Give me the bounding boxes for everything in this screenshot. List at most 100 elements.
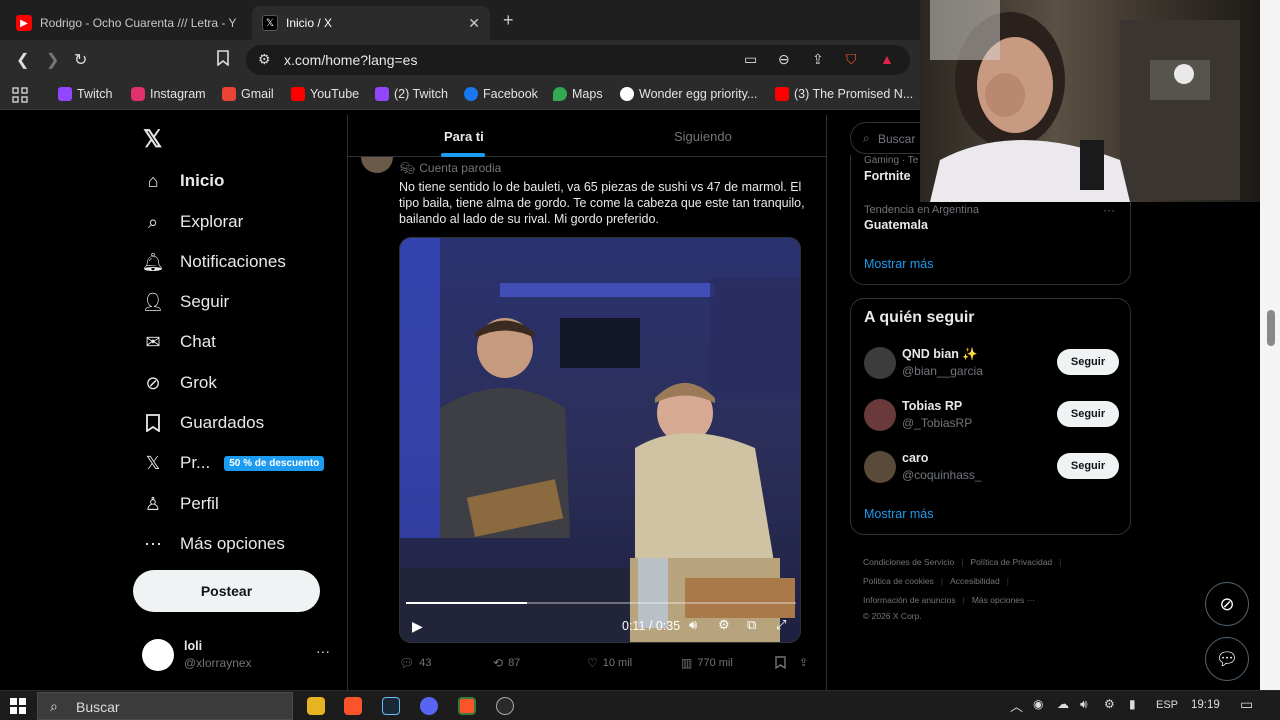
nav-follow[interactable]: 👤︎ Seguir bbox=[142, 291, 230, 313]
follow-suggestion[interactable]: Tobias RP @_TobiasRP Seguir bbox=[864, 399, 1119, 439]
nav-bookmarks[interactable]: Guardados bbox=[142, 412, 264, 434]
scrollbar-thumb[interactable] bbox=[1267, 310, 1275, 346]
discord-icon[interactable] bbox=[420, 697, 438, 715]
follow-button[interactable]: Seguir bbox=[1057, 349, 1119, 375]
footer-link[interactable]: Información de anuncios bbox=[863, 595, 956, 605]
notification-icon[interactable]: ▭ bbox=[1240, 696, 1253, 713]
settings-icon[interactable]: ⚙ bbox=[718, 617, 730, 633]
address-bar[interactable]: ⚙ x.com/home?lang=es ▭ ⊖ ⇪ ⛉ ▲ bbox=[246, 45, 910, 75]
brave-shield-icon[interactable]: ⛉ bbox=[846, 51, 857, 68]
show-more-link[interactable]: Mostrar más bbox=[864, 257, 933, 271]
nav-explore[interactable]: ⌕ Explorar bbox=[142, 211, 243, 233]
footer-links: Condiciones de Servicio | Política de Priv… bbox=[863, 557, 1062, 621]
footer-link[interactable]: Accesibilidad bbox=[950, 576, 1000, 586]
nav-more[interactable]: ⋯ Más opciones bbox=[142, 533, 285, 555]
reply-button[interactable]: 💬︎ 43 bbox=[399, 656, 431, 670]
trend-name[interactable]: Guatemala bbox=[864, 218, 928, 232]
bookmark-icon[interactable] bbox=[216, 50, 230, 71]
trend-context: Gaming · Te bbox=[864, 155, 919, 166]
post-button[interactable]: Postear bbox=[133, 570, 320, 612]
nav-chat[interactable]: ✉ Chat bbox=[142, 331, 215, 353]
cast-icon[interactable]: ▭ bbox=[744, 51, 757, 68]
follow-suggestion[interactable]: QND bian ✨ @bian__garcia Seguir bbox=[864, 347, 1119, 387]
bookmark-gmail[interactable]: Gmail bbox=[222, 87, 274, 101]
tab-youtube[interactable]: ▶ Rodrigo - Ocho Cuarenta /// Letra - Y bbox=[6, 6, 250, 40]
zoom-icon[interactable]: ⊖ bbox=[778, 51, 790, 68]
reload-icon[interactable]: ↻ bbox=[74, 50, 87, 70]
account-switcher[interactable]: loli @xlorraynex ··· bbox=[142, 637, 342, 677]
new-tab-button[interactable]: + bbox=[503, 10, 514, 31]
video-progress-track[interactable] bbox=[406, 602, 796, 604]
bookmark-twitch-2[interactable]: (2) Twitch bbox=[375, 87, 448, 101]
brave-icon[interactable] bbox=[344, 697, 362, 715]
avatar[interactable] bbox=[361, 157, 393, 173]
site-settings-icon[interactable]: ⚙ bbox=[258, 51, 271, 68]
browser-toolbar: ❮ ❯ ↻ ⚙ x.com/home?lang=es ▭ ⊖ ⇪ ⛉ ▲ bbox=[0, 40, 920, 80]
usb-icon[interactable]: ▮ bbox=[1129, 697, 1136, 711]
bookmark-instagram[interactable]: Instagram bbox=[131, 87, 206, 101]
bookmark-label: Facebook bbox=[483, 87, 538, 101]
like-button[interactable]: ♡ 10 mil bbox=[587, 656, 632, 670]
discord-tray-icon[interactable]: ◉ bbox=[1033, 697, 1043, 711]
close-icon[interactable]: ✕ bbox=[468, 15, 480, 32]
brave-active-icon[interactable] bbox=[458, 697, 476, 715]
footer-link[interactable]: Política de Privacidad bbox=[970, 557, 1052, 567]
nav-premium[interactable]: 𝕏 Pr... 50 % de descuento bbox=[142, 452, 325, 474]
brave-rewards-icon[interactable]: ▲ bbox=[880, 51, 894, 67]
share-icon[interactable]: ⇪ bbox=[812, 51, 824, 68]
follow-suggestion[interactable]: caro @coquinhass_ Seguir bbox=[864, 451, 1119, 491]
steam-icon[interactable] bbox=[382, 697, 400, 715]
nav-notifications[interactable]: 🔔︎ Notificaciones bbox=[142, 251, 286, 273]
more-icon[interactable]: ··· bbox=[316, 643, 330, 659]
x-logo-icon[interactable]: 𝕏 bbox=[143, 125, 162, 154]
bookmark-twitch[interactable]: Twitch bbox=[58, 87, 112, 101]
url-text[interactable]: x.com/home?lang=es bbox=[284, 52, 417, 68]
nav-home[interactable]: ⌂ Inicio bbox=[142, 170, 225, 192]
pip-icon[interactable]: ⧉ bbox=[747, 617, 756, 633]
apps-icon[interactable] bbox=[12, 87, 28, 103]
language-indicator[interactable]: ESP bbox=[1156, 699, 1178, 711]
bookmark-maps[interactable]: Maps bbox=[553, 87, 603, 101]
file-explorer-icon[interactable] bbox=[307, 697, 325, 715]
taskbar-search[interactable]: ⌕ Buscar bbox=[37, 692, 293, 720]
windows-start-icon[interactable] bbox=[10, 698, 26, 719]
back-icon[interactable]: ❮ bbox=[16, 50, 29, 70]
show-more-link[interactable]: Mostrar más bbox=[864, 507, 933, 521]
views-button[interactable]: ▥ 770 mil bbox=[681, 656, 733, 670]
bookmark-facebook[interactable]: Facebook bbox=[464, 87, 538, 101]
follow-button[interactable]: Seguir bbox=[1057, 453, 1119, 479]
tab-for-you[interactable]: Para ti bbox=[444, 129, 484, 144]
clock[interactable]: 19:19 bbox=[1191, 699, 1220, 711]
volume-icon[interactable]: 🔊︎ bbox=[689, 617, 697, 633]
grok-fab[interactable]: ⊘ bbox=[1205, 582, 1249, 626]
volume-icon[interactable]: 🔊︎ bbox=[1080, 697, 1088, 712]
video-time: 0:11 / 0:35 bbox=[622, 619, 681, 633]
messages-fab[interactable]: 💬︎ bbox=[1205, 637, 1249, 681]
nav-grok[interactable]: ⊘ Grok bbox=[142, 372, 216, 394]
nav-profile[interactable]: ♙ Perfil bbox=[142, 493, 219, 515]
bookmark-youtube[interactable]: YouTube bbox=[291, 87, 359, 101]
footer-link[interactable]: Política de cookies bbox=[863, 576, 934, 586]
obs-icon[interactable] bbox=[496, 697, 514, 715]
footer-link[interactable]: Condiciones de Servicio bbox=[863, 557, 954, 567]
footer-link[interactable]: Más opciones ··· bbox=[972, 595, 1035, 605]
steam-tray-icon[interactable]: ⚙ bbox=[1104, 697, 1115, 711]
bookmark-label: Maps bbox=[572, 87, 603, 101]
tweet-video[interactable]: ▶ 0:11 / 0:35 🔊︎ ⚙ ⧉ ⤢ bbox=[399, 237, 801, 643]
repost-button[interactable]: ⟲ 87 bbox=[493, 656, 520, 670]
share-icon[interactable]: ⇪ bbox=[799, 656, 808, 669]
follow-button[interactable]: Seguir bbox=[1057, 401, 1119, 427]
fullscreen-icon[interactable]: ⤢ bbox=[776, 617, 786, 633]
more-icon[interactable]: ··· bbox=[1103, 203, 1115, 217]
discount-badge: 50 % de descuento bbox=[224, 455, 325, 471]
trend-name[interactable]: Fortnite bbox=[864, 169, 911, 183]
forward-icon[interactable]: ❯ bbox=[46, 50, 59, 70]
tab-following[interactable]: Siguiendo bbox=[674, 129, 732, 144]
cloud-icon[interactable]: ☁ bbox=[1057, 697, 1069, 711]
chevron-up-icon[interactable]: ︿ bbox=[1010, 696, 1023, 715]
tab-x-home[interactable]: 𝕏 Inicio / X ✕ bbox=[252, 6, 490, 40]
bookmark-icon[interactable] bbox=[775, 656, 786, 669]
bookmark-google[interactable]: Wonder egg priority... bbox=[620, 87, 757, 101]
play-icon[interactable]: ▶ bbox=[412, 618, 423, 635]
bookmark-youtube-2[interactable]: (3) The Promised N... bbox=[775, 87, 913, 101]
